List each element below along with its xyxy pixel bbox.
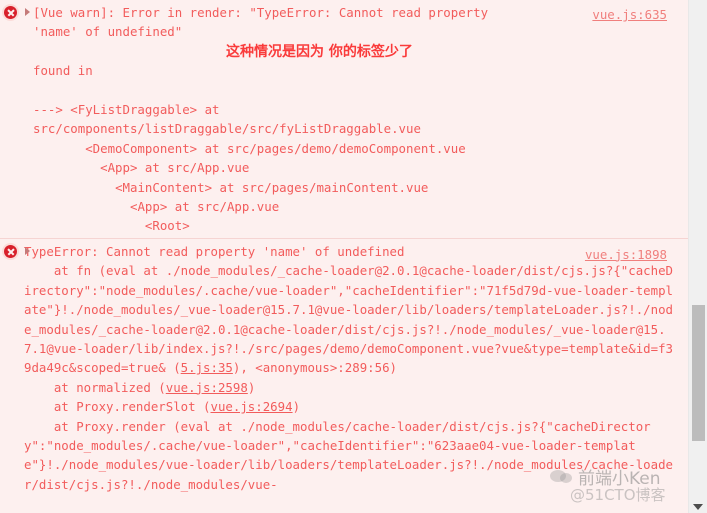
error-message-text-1: [Vue warn]: Error in render: "TypeError:…: [33, 5, 489, 234]
devtools-console-panel[interactable]: vue.js:635 [Vue warn]: Error in render: …: [0, 0, 707, 513]
error-circle-icon: [4, 6, 17, 19]
stack-head-text: TypeError: Cannot read property 'name' o…: [24, 243, 674, 376]
chevron-right-icon[interactable]: [25, 8, 30, 16]
console-error-entry-1[interactable]: vue.js:635 [Vue warn]: Error in render: …: [0, 0, 689, 238]
source-link-vue-635[interactable]: vue.js:635: [592, 5, 667, 24]
chevron-right-icon[interactable]: [25, 246, 30, 255]
source-link-vue-1898[interactable]: vue.js:1898: [585, 245, 667, 264]
console-error-entry-2[interactable]: vue.js:1898 TypeError: Cannot read prope…: [0, 237, 689, 497]
stack-link-vuejs-2598[interactable]: vue.js:2598: [166, 380, 248, 395]
scrollbar-thumb[interactable]: [692, 305, 705, 441]
error-stack-text-2: TypeError: Cannot read property 'name' o…: [0, 242, 689, 494]
annotation-overlay-text: 这种情况是因为 你的标签少了: [226, 44, 413, 60]
vertical-scrollbar[interactable]: [688, 0, 707, 513]
stack-link-vuejs-2694[interactable]: vue.js:2694: [211, 399, 293, 414]
stack-link-5js-35[interactable]: 5.js:35: [181, 360, 233, 375]
error-circle-icon: [4, 244, 17, 258]
chevron-down-icon[interactable]: [693, 504, 703, 510]
